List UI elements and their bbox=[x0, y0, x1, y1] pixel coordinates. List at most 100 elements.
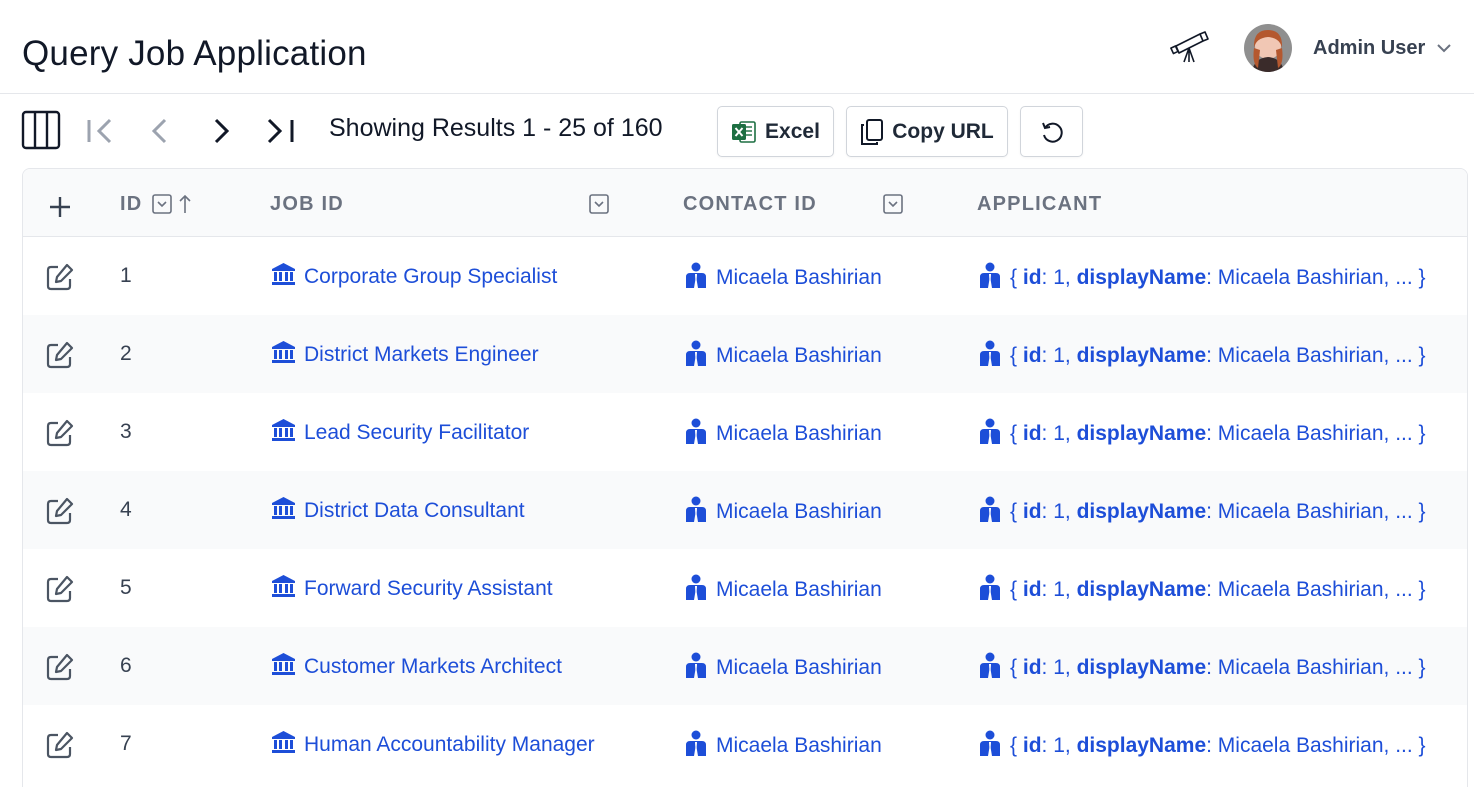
table-row: 6 Customer Markets Architect Micaela Bashi… bbox=[23, 627, 1467, 705]
applicant-name-value: : Micaela Bashirian, ... } bbox=[1206, 578, 1426, 601]
person-icon bbox=[978, 496, 1010, 528]
bank-icon bbox=[271, 574, 304, 604]
table-row: 5 Forward Security Assistant Micaela Bashi… bbox=[23, 549, 1467, 627]
edit-icon[interactable] bbox=[45, 262, 75, 292]
job-title: Lead Security Facilitator bbox=[304, 421, 530, 444]
job-link[interactable]: District Markets Engineer bbox=[271, 340, 539, 370]
copy-url-button[interactable]: Copy URL bbox=[846, 106, 1008, 157]
contact-name: Micaela Bashirian bbox=[716, 344, 882, 367]
excel-button[interactable]: Excel bbox=[717, 106, 834, 157]
reset-icon bbox=[1039, 119, 1065, 145]
table-row: 2 District Markets Engineer Micaela Bashir… bbox=[23, 315, 1467, 393]
columns-icon[interactable] bbox=[21, 110, 61, 155]
applicant-link[interactable]: { id: 1, displayName: Micaela Bashirian,… bbox=[978, 652, 1426, 684]
user-name: Admin User bbox=[1313, 36, 1426, 59]
applicant-name-value: : Micaela Bashirian, ... } bbox=[1206, 422, 1426, 445]
sort-ascending-icon[interactable] bbox=[178, 193, 192, 220]
row-id: 7 bbox=[120, 732, 132, 755]
applicant-open: { bbox=[1010, 344, 1023, 367]
column-header-applicant[interactable]: APPLICANT bbox=[977, 193, 1102, 216]
applicant-link[interactable]: { id: 1, displayName: Micaela Bashirian,… bbox=[978, 340, 1426, 372]
bank-icon bbox=[271, 418, 304, 448]
applicant-name-value: : Micaela Bashirian, ... } bbox=[1206, 266, 1426, 289]
first-page-icon[interactable] bbox=[86, 118, 116, 149]
reset-button[interactable] bbox=[1020, 106, 1083, 157]
edit-icon[interactable] bbox=[45, 652, 75, 682]
filter-icon[interactable] bbox=[883, 194, 903, 219]
column-header-id[interactable]: ID bbox=[120, 193, 142, 216]
previous-page-icon[interactable] bbox=[150, 118, 170, 149]
column-header-job-id[interactable]: JOB ID bbox=[270, 193, 344, 216]
person-icon bbox=[684, 262, 716, 294]
job-link[interactable]: Lead Security Facilitator bbox=[271, 418, 529, 448]
user-menu[interactable]: Admin User bbox=[1244, 22, 1453, 74]
last-page-icon[interactable] bbox=[265, 118, 295, 149]
contact-link[interactable]: Micaela Bashirian bbox=[684, 652, 882, 684]
job-link[interactable]: Forward Security Assistant bbox=[271, 574, 553, 604]
applicant-link[interactable]: { id: 1, displayName: Micaela Bashirian,… bbox=[978, 418, 1426, 450]
applicant-key-name: displayName bbox=[1076, 656, 1207, 679]
applicant-open: { bbox=[1010, 422, 1023, 445]
next-page-icon[interactable] bbox=[211, 118, 231, 149]
job-link[interactable]: Customer Markets Architect bbox=[271, 652, 562, 682]
applicant-id-value: : 1, bbox=[1041, 656, 1077, 679]
edit-icon[interactable] bbox=[45, 418, 75, 448]
contact-link[interactable]: Micaela Bashirian bbox=[684, 418, 882, 450]
applicant-open: { bbox=[1010, 734, 1023, 757]
bank-icon bbox=[271, 340, 304, 370]
applicant-key-id: id bbox=[1022, 266, 1042, 289]
bank-icon bbox=[271, 496, 304, 526]
column-header-contact-id[interactable]: CONTACT ID bbox=[683, 193, 817, 216]
applicant-key-id: id bbox=[1022, 734, 1042, 757]
job-title: District Markets Engineer bbox=[304, 343, 539, 366]
applicant-id-value: : 1, bbox=[1041, 578, 1077, 601]
applicant-link[interactable]: { id: 1, displayName: Micaela Bashirian,… bbox=[978, 496, 1426, 528]
excel-icon bbox=[731, 119, 757, 145]
contact-link[interactable]: Micaela Bashirian bbox=[684, 496, 882, 528]
row-id: 4 bbox=[120, 498, 132, 521]
row-id: 3 bbox=[120, 420, 132, 443]
telescope-icon[interactable] bbox=[1170, 26, 1212, 66]
edit-icon[interactable] bbox=[45, 574, 75, 604]
contact-name: Micaela Bashirian bbox=[716, 500, 882, 523]
person-icon bbox=[684, 730, 716, 762]
contact-link[interactable]: Micaela Bashirian bbox=[684, 730, 882, 762]
edit-icon[interactable] bbox=[45, 340, 75, 370]
edit-icon[interactable] bbox=[45, 496, 75, 526]
job-link[interactable]: District Data Consultant bbox=[271, 496, 525, 526]
job-title: District Data Consultant bbox=[304, 499, 525, 522]
contact-link[interactable]: Micaela Bashirian bbox=[684, 574, 882, 606]
copy-url-label: Copy URL bbox=[892, 119, 994, 143]
person-icon bbox=[978, 340, 1010, 372]
applicant-open: { bbox=[1010, 656, 1023, 679]
applicant-key-name: displayName bbox=[1076, 344, 1207, 367]
applicant-link[interactable]: { id: 1, displayName: Micaela Bashirian,… bbox=[978, 262, 1426, 294]
job-title: Forward Security Assistant bbox=[304, 577, 553, 600]
applicant-id-value: : 1, bbox=[1041, 344, 1077, 367]
filter-icon[interactable] bbox=[152, 194, 172, 219]
person-icon bbox=[684, 418, 716, 450]
person-icon bbox=[978, 262, 1010, 294]
applicant-open: { bbox=[1010, 578, 1023, 601]
results-table: ID JOB ID CONTACT ID APPLICANT 1 Corporat… bbox=[22, 168, 1468, 787]
job-link[interactable]: Corporate Group Specialist bbox=[271, 262, 557, 292]
table-row: 7 Human Accountability Manager Micaela Bas… bbox=[23, 705, 1467, 783]
row-id: 1 bbox=[120, 264, 132, 287]
add-icon[interactable] bbox=[48, 195, 72, 224]
job-link[interactable]: Human Accountability Manager bbox=[271, 730, 595, 760]
contact-link[interactable]: Micaela Bashirian bbox=[684, 340, 882, 372]
edit-icon[interactable] bbox=[45, 730, 75, 760]
applicant-id-value: : 1, bbox=[1041, 422, 1077, 445]
applicant-name-value: : Micaela Bashirian, ... } bbox=[1206, 500, 1426, 523]
applicant-link[interactable]: { id: 1, displayName: Micaela Bashirian,… bbox=[978, 730, 1426, 762]
chevron-down-icon bbox=[1435, 39, 1453, 57]
applicant-id-value: : 1, bbox=[1041, 734, 1077, 757]
contact-link[interactable]: Micaela Bashirian bbox=[684, 262, 882, 294]
applicant-key-id: id bbox=[1022, 656, 1042, 679]
applicant-link[interactable]: { id: 1, displayName: Micaela Bashirian,… bbox=[978, 574, 1426, 606]
bank-icon bbox=[271, 652, 304, 682]
copy-icon bbox=[860, 118, 884, 146]
applicant-key-name: displayName bbox=[1076, 422, 1207, 445]
table-row: 3 Lead Security Facilitator Micaela Bashir… bbox=[23, 393, 1467, 471]
filter-icon[interactable] bbox=[589, 194, 609, 219]
